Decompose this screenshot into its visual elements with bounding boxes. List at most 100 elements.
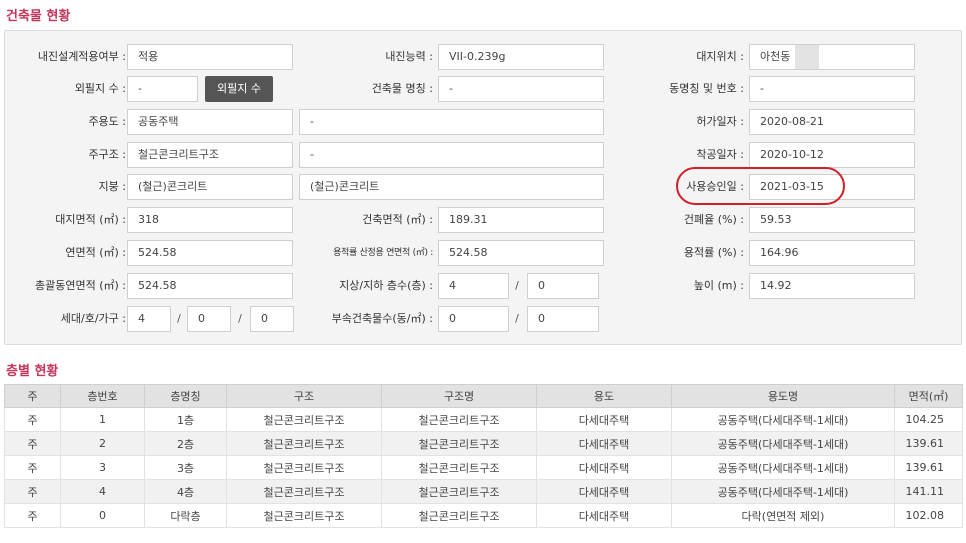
cell-main: 주 (4, 503, 61, 528)
cell-main: 주 (4, 455, 61, 480)
cell-use: 다세대주택 (536, 503, 672, 528)
header-use-name: 용도명 (671, 384, 895, 408)
dong-field: - (749, 76, 915, 102)
cell-main: 주 (4, 431, 61, 456)
height-field: 14.92 (749, 273, 915, 299)
roof-extra-field: (철근)콘크리트 (299, 174, 604, 200)
cell-main: 주 (4, 479, 61, 504)
seismic-design-field: 적용 (127, 44, 293, 70)
seismic-capacity-field: VII-0.239g (438, 44, 604, 70)
main-use-field: 공동주택 (127, 109, 293, 135)
start-date-field: 2020-10-12 (749, 142, 915, 168)
site-area-label: 대지면적 (㎡) : (55, 213, 126, 226)
start-date-label: 착공일자 : (696, 148, 744, 161)
header-use: 용도 (536, 384, 672, 408)
gross-area-field: 524.58 (127, 273, 293, 299)
building-status-title: 건축물 현황 (6, 9, 71, 24)
families-field: 0 (250, 306, 294, 332)
annex-label: 부속건축물수(동/㎡) : (331, 312, 433, 325)
floors-slash: / (515, 279, 519, 292)
header-floor-name: 층명칭 (144, 384, 227, 408)
table-row: 주 0 다락층 철근콘크리트구조 철근콘크리트구조 다세대주택 다락(연면적 제… (4, 503, 963, 528)
permit-date-label: 허가일자 : (696, 115, 744, 128)
header-area: 면적(㎡) (894, 384, 963, 408)
households-slash-2: / (238, 312, 242, 325)
cell-floor-number: 0 (60, 503, 145, 528)
gross-area-label: 총괄동연면적 (㎡) : (34, 279, 126, 292)
total-floor-area-label: 연면적 (㎡) : (65, 246, 126, 259)
floors-label: 지상/지하 층수(층) : (339, 279, 433, 292)
site-location-text: 아천동 (760, 50, 791, 63)
cell-structure-name: 철근콘크리트구조 (381, 407, 537, 432)
main-use-label: 주용도 : (88, 115, 126, 128)
outer-count-button[interactable]: 외필지 수 (205, 76, 273, 102)
header-structure: 구조 (226, 384, 382, 408)
households-field: 4 (127, 306, 171, 332)
cell-floor-name: 2층 (144, 431, 227, 456)
building-name-field: - (438, 76, 604, 102)
header-main: 주 (4, 384, 61, 408)
cell-floor-number: 4 (60, 479, 145, 504)
table-row: 주 2 2층 철근콘크리트구조 철근콘크리트구조 다세대주택 공동주택(다세대주… (4, 431, 963, 456)
coverage-field: 59.53 (749, 207, 915, 233)
cell-structure: 철근콘크리트구조 (226, 479, 382, 504)
approval-date-highlight-circle (676, 167, 845, 205)
annex-area-field: 0 (527, 306, 599, 332)
total-floor-area-field: 524.58 (127, 240, 293, 266)
floor-table-header: 주 층번호 층명칭 구조 구조명 용도 용도명 면적(㎡) (4, 384, 963, 408)
cell-floor-number: 2 (60, 431, 145, 456)
table-row: 주 1 1층 철근콘크리트구조 철근콘크리트구조 다세대주택 공동주택(다세대주… (4, 407, 963, 432)
seismic-capacity-label: 내진능력 : (385, 50, 433, 63)
cell-use: 다세대주택 (536, 431, 672, 456)
building-name-label: 건축물 명칭 : (371, 82, 433, 95)
floor-status-title: 층별 현황 (6, 364, 59, 379)
table-row: 주 4 4층 철근콘크리트구조 철근콘크리트구조 다세대주택 공동주택(다세대주… (4, 479, 963, 504)
far-label: 용적률 (%) : (683, 246, 744, 259)
cell-area: 141.11 (894, 479, 963, 504)
cell-floor-number: 1 (60, 407, 145, 432)
table-row: 주 3 3층 철근콘크리트구조 철근콘크리트구조 다세대주택 공동주택(다세대주… (4, 455, 963, 480)
dong-label: 동명칭 및 번호 : (669, 82, 744, 95)
height-label: 높이 (m) : (693, 279, 744, 292)
cell-structure: 철근콘크리트구조 (226, 407, 382, 432)
far-area-label: 용적률 산정용 연면적 (㎡) : (333, 248, 433, 258)
cell-use-name: 공동주택(다세대주택-1세대) (671, 431, 895, 456)
cell-floor-name: 다락층 (144, 503, 227, 528)
roof-field: (철근)콘크리트 (127, 174, 293, 200)
roof-label: 지붕 : (98, 180, 126, 193)
cell-floor-name: 4층 (144, 479, 227, 504)
seismic-design-label: 내진설계적용여부 : (37, 50, 126, 63)
masked-address (795, 45, 819, 69)
annex-slash: / (515, 312, 519, 325)
cell-use-name: 공동주택(다세대주택-1세대) (671, 407, 895, 432)
cell-use-name: 공동주택(다세대주택-1세대) (671, 455, 895, 480)
cell-area: 139.61 (894, 455, 963, 480)
structure-field: 철근콘크리트구조 (127, 142, 293, 168)
cell-structure-name: 철근콘크리트구조 (381, 455, 537, 480)
cell-structure-name: 철근콘크리트구조 (381, 503, 537, 528)
structure-extra-field: - (299, 142, 604, 168)
site-location-field: 아천동 (749, 44, 915, 70)
header-structure-name: 구조명 (381, 384, 537, 408)
cell-area: 104.25 (894, 407, 963, 432)
permit-date-field: 2020-08-21 (749, 109, 915, 135)
cell-use: 다세대주택 (536, 479, 672, 504)
floor-table: 주 층번호 층명칭 구조 구조명 용도 용도명 면적(㎡) 주 1 1층 철근콘… (4, 384, 963, 528)
cell-use: 다세대주택 (536, 455, 672, 480)
cell-structure: 철근콘크리트구조 (226, 455, 382, 480)
cell-use: 다세대주택 (536, 407, 672, 432)
units-field: 0 (187, 306, 231, 332)
cell-floor-number: 3 (60, 455, 145, 480)
floors-below-field: 0 (527, 273, 599, 299)
cell-use-name: 공동주택(다세대주택-1세대) (671, 479, 895, 504)
main-use-extra-field: - (299, 109, 604, 135)
site-area-field: 318 (127, 207, 293, 233)
cell-area: 139.61 (894, 431, 963, 456)
cell-structure-name: 철근콘크리트구조 (381, 431, 537, 456)
building-area-label: 건축면적 (㎡) : (362, 213, 433, 226)
cell-floor-name: 1층 (144, 407, 227, 432)
cell-main: 주 (4, 407, 61, 432)
cell-structure: 철근콘크리트구조 (226, 431, 382, 456)
cell-structure: 철근콘크리트구조 (226, 503, 382, 528)
building-area-field: 189.31 (438, 207, 604, 233)
